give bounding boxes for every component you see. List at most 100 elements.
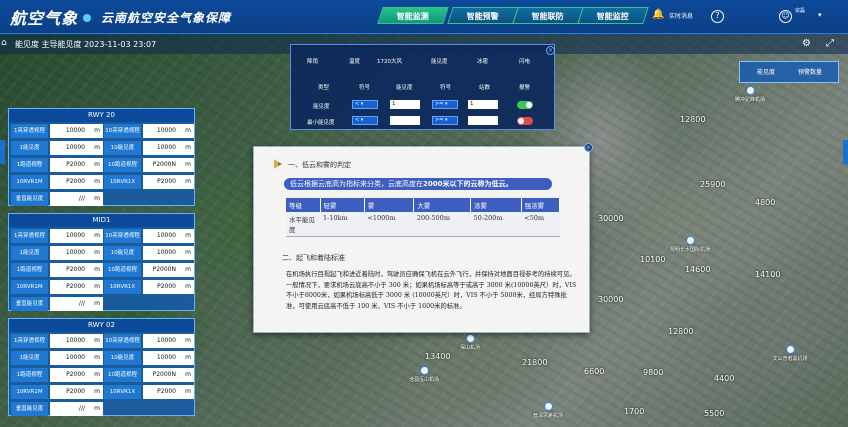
metric-value: P2000N m <box>143 263 194 277</box>
app-subtitle: 云南航空安全气象保障 <box>101 11 232 25</box>
user-name[interactable]: 宗磊 <box>795 7 805 14</box>
metric-label: 10亮穿透视程 <box>104 229 141 243</box>
operator-select[interactable]: >= ▾ <box>432 100 458 109</box>
table-cell: 200-500m <box>413 212 471 237</box>
app-logo: 航空气象 <box>10 5 96 29</box>
left-collapse-tab[interactable] <box>0 140 5 164</box>
col-op-header: 符号 <box>359 85 371 91</box>
airport-pin-icon <box>543 402 553 411</box>
stations-input[interactable] <box>468 116 498 125</box>
tab-hail[interactable]: 冰雹 <box>477 57 488 65</box>
nav-smart-monitor[interactable]: 智能监测 <box>377 7 449 24</box>
runway-data-row: 1亮穿透视程 10000 m 10亮穿透视程 10000 m <box>11 229 194 243</box>
nav-smart-warning[interactable]: 智能预警 <box>447 7 519 24</box>
operator-select[interactable]: < ▾ <box>352 116 378 125</box>
airport-marker[interactable]: 沧源佤山机场 <box>404 366 444 383</box>
bell-icon[interactable]: 🔔 <box>652 10 665 23</box>
visibility-input[interactable] <box>390 116 420 125</box>
metric-value: P2000N m <box>143 368 194 382</box>
table-header-cell: 等级 <box>286 198 321 212</box>
metric-value: P2000 m <box>143 385 194 399</box>
nav-smart-control[interactable]: 智能监控 <box>577 7 649 24</box>
highlight-banner: 低云根据云底高为指标来分类，云底高度在2000米以下的云称为低云。 <box>284 178 552 190</box>
airport-pin-icon <box>785 345 795 354</box>
metric-label: 10RVR1M <box>11 385 48 399</box>
warning-count-button[interactable]: 预警数量 <box>798 67 822 76</box>
airport-marker[interactable]: 保山机场 <box>450 334 490 351</box>
tab-visibility[interactable]: 能见度 <box>431 57 448 65</box>
map-altitude-label: 25900 <box>700 180 726 189</box>
airport-marker[interactable]: 文山普者黑机场 <box>770 345 810 362</box>
row-type-label: 最小能见度 <box>307 120 335 126</box>
metric-label: 1跑道视程 <box>11 368 48 382</box>
nav-smart-defense[interactable]: 智能联防 <box>512 7 584 24</box>
user-avatar-icon[interactable]: ☺ <box>779 10 792 23</box>
right-collapse-tab[interactable] <box>843 140 848 164</box>
fullscreen-icon[interactable]: ⤢ <box>826 38 834 49</box>
metric-label: 垂直能见度 <box>11 402 48 416</box>
stations-input[interactable]: 1 <box>468 100 498 109</box>
table-header-cell: 轻雾 <box>320 198 365 212</box>
help-icon[interactable]: ? <box>711 10 724 23</box>
metric-value: 10000 m <box>50 141 103 155</box>
runway-data-row: 1跑道视程 P2000 m 10跑道视程 P2000N m <box>11 158 194 172</box>
visibility-input[interactable]: 1 <box>390 100 420 109</box>
airport-marker[interactable]: 昆明长水国际机场 <box>670 236 710 253</box>
table-cell: <1000m <box>364 212 414 237</box>
close-icon[interactable]: ✕ <box>546 46 555 55</box>
tab-wind[interactable]: 1720大风 <box>377 57 402 65</box>
map-altitude-label: 12800 <box>668 327 694 336</box>
chevron-down-icon[interactable]: ▾ <box>818 11 822 19</box>
table-header-cell: 强浓雾 <box>521 198 561 212</box>
table-cell: 1-10km <box>320 212 365 237</box>
metric-label: 10能见度 <box>104 351 141 365</box>
visibility-table: 等级 轻雾雾大雾 浓雾 强浓雾 水平能见度 1-10km <1000m 200-500m 50… <box>286 198 561 237</box>
map-altitude-label: 5500 <box>704 409 725 418</box>
airport-marker[interactable]: 普洱思茅机场 <box>528 402 568 419</box>
metric-value: P2000 m <box>143 280 194 294</box>
alarm-toggle[interactable] <box>517 117 533 125</box>
operator-select[interactable]: >= ▾ <box>432 116 458 125</box>
runway-data-row: 1跑道视程 P2000 m 10跑道视程 P2000N m <box>11 263 194 277</box>
filter-control-panel: ✕ 降雨 温度 1720大风 能见度 冰雹 闪电 类型 符号 能见度 符号 站数… <box>290 44 555 130</box>
metric-value: 10000 m <box>143 246 194 260</box>
metric-label: 10RVR1X <box>104 175 141 189</box>
metric-value: P2000 m <box>50 385 103 399</box>
runway-data-row: 10RVR1M P2000 m 10RVR1X P2000 m <box>11 280 194 294</box>
map-altitude-label: 14100 <box>755 270 781 279</box>
metric-label: 10亮穿透视程 <box>104 334 141 348</box>
tab-temperature[interactable]: 温度 <box>349 57 360 65</box>
metric-label: 1跑道视程 <box>11 158 48 172</box>
logo-dot-icon <box>83 14 92 22</box>
settings-gear-icon[interactable]: ⚙ <box>802 38 811 49</box>
airport-pin-icon <box>419 366 429 375</box>
runway-data-row: 垂直能见度///m <box>11 402 194 416</box>
table-header-cell: 大雾 <box>413 198 471 212</box>
metric-label: 10RVR1X <box>104 385 141 399</box>
table-header-cell: 浓雾 <box>470 198 522 212</box>
airport-marker[interactable]: 腾冲驼峰机场 <box>730 86 770 103</box>
row-type-label: 能见度 <box>313 104 330 110</box>
airport-pin-icon <box>745 86 755 95</box>
tab-rain[interactable]: 降雨 <box>307 57 318 65</box>
realtime-message-label[interactable]: 实时消息 <box>669 11 693 20</box>
map-altitude-label: 21800 <box>522 358 548 367</box>
visibility-layer-button[interactable]: 能见度 <box>757 67 775 76</box>
tab-lightning[interactable]: 闪电 <box>519 57 530 65</box>
metric-label: 10能见度 <box>104 246 141 260</box>
metric-label: 10RVR1M <box>11 280 48 294</box>
metric-value: 10000 m <box>143 229 194 243</box>
metric-label: 垂直能见度 <box>11 297 48 311</box>
section-arrow-icon <box>274 159 285 169</box>
metric-label: 1能见度 <box>11 141 48 155</box>
runway-data-row: 1跑道视程 P2000 m 10跑道视程 P2000N m <box>11 368 194 382</box>
operator-select[interactable]: < ▾ <box>352 100 378 109</box>
close-icon[interactable]: ✕ <box>584 143 593 152</box>
home-icon[interactable]: ⌂ <box>1 38 7 48</box>
alarm-toggle[interactable] <box>517 101 533 109</box>
page-title: 能见度 主导能见度 2023-11-03 23:07 <box>15 40 157 49</box>
runway-panel: MID1 1亮穿透视程 10000 m 10亮穿透视程 10000 m 1能见度 10000 m 1… <box>8 213 195 311</box>
metric-label: 1亮穿透视程 <box>11 124 48 138</box>
metric-value: 10000 m <box>143 141 194 155</box>
col-visibility-header: 能见度 <box>396 85 413 91</box>
